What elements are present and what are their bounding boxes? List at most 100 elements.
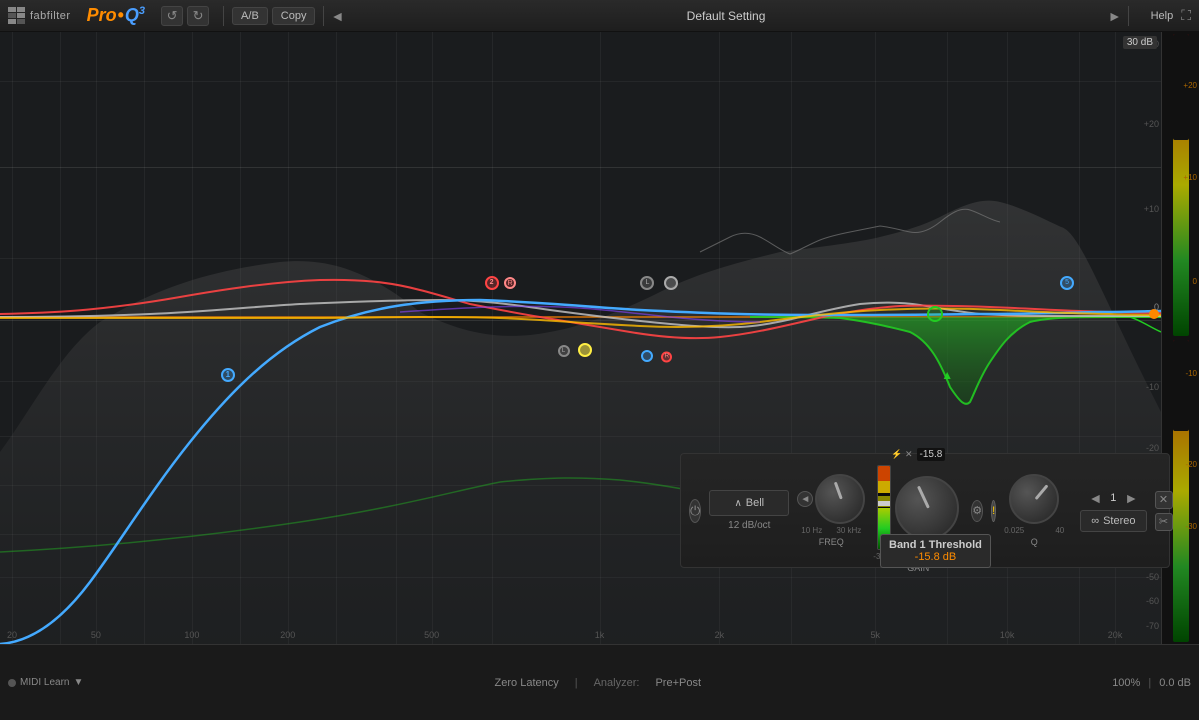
band-prev-button[interactable]: ◄ <box>1088 490 1102 506</box>
midi-dropdown-button[interactable]: ▼ <box>73 677 83 688</box>
separator-1 <box>223 6 224 26</box>
gain-fader-track[interactable] <box>877 465 891 550</box>
link-icon: ∞ <box>1091 515 1099 527</box>
eq-node-blue-red-group: R <box>647 356 672 368</box>
grid-v-700hz <box>492 32 493 644</box>
band-next-button[interactable]: ► <box>1124 490 1138 506</box>
redo-button[interactable]: ↻ <box>187 6 209 26</box>
eq-node-3[interactable]: L <box>640 276 654 290</box>
gain-knob-row <box>877 465 959 550</box>
filter-type-group: ∧ Bell 12 dB/oct <box>709 490 789 531</box>
filter-type-icon: ∧ <box>734 498 741 509</box>
eq-node-2[interactable]: 2 <box>485 276 499 290</box>
freq-knob-group: ◄ 10 Hz 30 kHz FREQ <box>797 474 865 547</box>
eq-area[interactable]: 1 2 R L L R ▲ 5 <box>0 32 1199 644</box>
q-high-label: 40 <box>1055 526 1064 535</box>
close-group: ✕ ✂ <box>1155 491 1173 531</box>
grid-v-20hz <box>12 32 13 644</box>
scissor-icon: ✂ <box>1159 515 1168 528</box>
analyzer-mode-label[interactable]: Pre+Post <box>655 677 701 689</box>
next-preset-button[interactable]: ► <box>1108 8 1122 24</box>
gain-knob[interactable] <box>895 476 959 540</box>
freq-label-1k: 1k <box>595 630 605 640</box>
freq-label-100: 100 <box>184 630 199 640</box>
gain-fader-thumb[interactable] <box>877 501 891 506</box>
separator-3 <box>1128 6 1129 26</box>
meter-bar-r <box>1173 340 1189 642</box>
filter-type-label: Bell <box>746 497 764 509</box>
db-label-m20: -20 <box>1146 443 1159 453</box>
freq-label-10k: 10k <box>1000 630 1015 640</box>
stereo-button[interactable]: ∞ Stereo <box>1080 510 1146 532</box>
copy-button[interactable]: Copy <box>272 7 316 25</box>
eq-node-blue-far: 5 <box>1060 276 1074 290</box>
top-bar: fabfilter Pro • Q3 ↺ ↻ A/B Copy ◄ Defaul… <box>0 0 1199 32</box>
q-low-label: 0.025 <box>1004 526 1024 535</box>
bottom-center: Zero Latency | Analyzer: Pre+Post <box>83 677 1112 689</box>
gain-settings-button[interactable]: ⚙ <box>971 500 983 522</box>
eq-node-2b[interactable]: R <box>504 277 516 289</box>
undo-button[interactable]: ↺ <box>161 6 183 26</box>
gain-fader-fill-yellow <box>878 481 890 493</box>
close-band-button[interactable]: ✕ <box>1155 491 1173 509</box>
meter-db-0: 0 <box>1193 277 1197 286</box>
preset-name: Default Setting <box>687 9 766 23</box>
freq-knob[interactable] <box>815 474 865 524</box>
gain-offset-label[interactable]: 0.0 dB <box>1159 677 1191 689</box>
product-dot: • <box>118 5 124 26</box>
freq-label-5k: 5k <box>871 630 881 640</box>
bottom-panel: MIDI Learn ▼ Zero Latency | Analyzer: Pr… <box>0 644 1199 720</box>
meter-bar-l <box>1173 34 1189 336</box>
band-nav: ◄ 1 ► <box>1088 490 1138 506</box>
eq-node-blue2[interactable] <box>641 350 653 362</box>
eq-node-orange-edge <box>1149 309 1159 319</box>
band-num-display: 1 <box>1106 492 1120 504</box>
gain-alert-button[interactable]: ! <box>991 500 996 522</box>
db-label-m10: -10 <box>1146 382 1159 392</box>
grid-v-200hz <box>288 32 289 644</box>
product-name: Pro <box>87 5 117 26</box>
q-knob[interactable] <box>1009 474 1059 524</box>
scissor-button[interactable]: ✂ <box>1155 513 1173 531</box>
eq-node-5-far[interactable]: 5 <box>1060 276 1074 290</box>
grid-v-150hz <box>240 32 241 644</box>
eq-node-1[interactable]: 1 <box>221 368 235 382</box>
close-icon: ✕ <box>1159 493 1168 506</box>
freq-label-500: 500 <box>424 630 439 640</box>
eq-node-red2[interactable]: R <box>661 351 672 362</box>
filter-type-button[interactable]: ∧ Bell <box>709 490 789 516</box>
prev-preset-button[interactable]: ◄ <box>330 8 344 24</box>
gain-readout-row: ⚡ ✕ -15.8 <box>891 448 945 461</box>
analyzer-label: Analyzer: <box>594 677 640 689</box>
bottom-separator: | <box>575 677 578 689</box>
eq-node-green[interactable] <box>927 306 943 322</box>
zoom-label[interactable]: 100% <box>1112 677 1140 689</box>
freq-knob-row: ◄ <box>797 474 865 524</box>
freq-label-2k: 2k <box>715 630 725 640</box>
zero-latency-label[interactable]: Zero Latency <box>495 677 559 689</box>
meter-bar-r-empty <box>1173 340 1189 431</box>
gain-icons: ⚡ ✕ <box>891 449 912 460</box>
product-q: Q3 <box>125 5 145 26</box>
meter-bar-l-empty <box>1173 34 1189 140</box>
db-label-p10: +10 <box>1144 204 1159 214</box>
help-button[interactable]: Help <box>1151 10 1174 22</box>
freq-label-200: 200 <box>280 630 295 640</box>
ab-button[interactable]: A/B <box>232 7 268 25</box>
eq-node-yellow[interactable] <box>578 343 592 357</box>
grid-v-50hz <box>96 32 97 644</box>
maximize-button[interactable]: ⛶ <box>1181 7 1191 24</box>
logo-text: fabfilter <box>30 10 71 22</box>
midi-learn-label[interactable]: MIDI Learn <box>20 677 69 688</box>
band-power-button[interactable]: ⏻ <box>689 499 701 523</box>
logo-area: fabfilter <box>8 7 71 25</box>
grid-v-70hz <box>144 32 145 644</box>
q-knob-group: 0.025 40 Q <box>1004 474 1064 547</box>
eq-node-5[interactable]: L <box>558 345 570 357</box>
q-range: 0.025 40 <box>1004 526 1064 535</box>
eq-node-4[interactable] <box>664 276 678 290</box>
gain-range: -30 +30 <box>873 552 963 561</box>
alert-icon: ! <box>992 505 995 517</box>
bottom-sep-2: | <box>1148 677 1151 689</box>
freq-knob-left-arrow[interactable]: ◄ <box>797 491 813 507</box>
